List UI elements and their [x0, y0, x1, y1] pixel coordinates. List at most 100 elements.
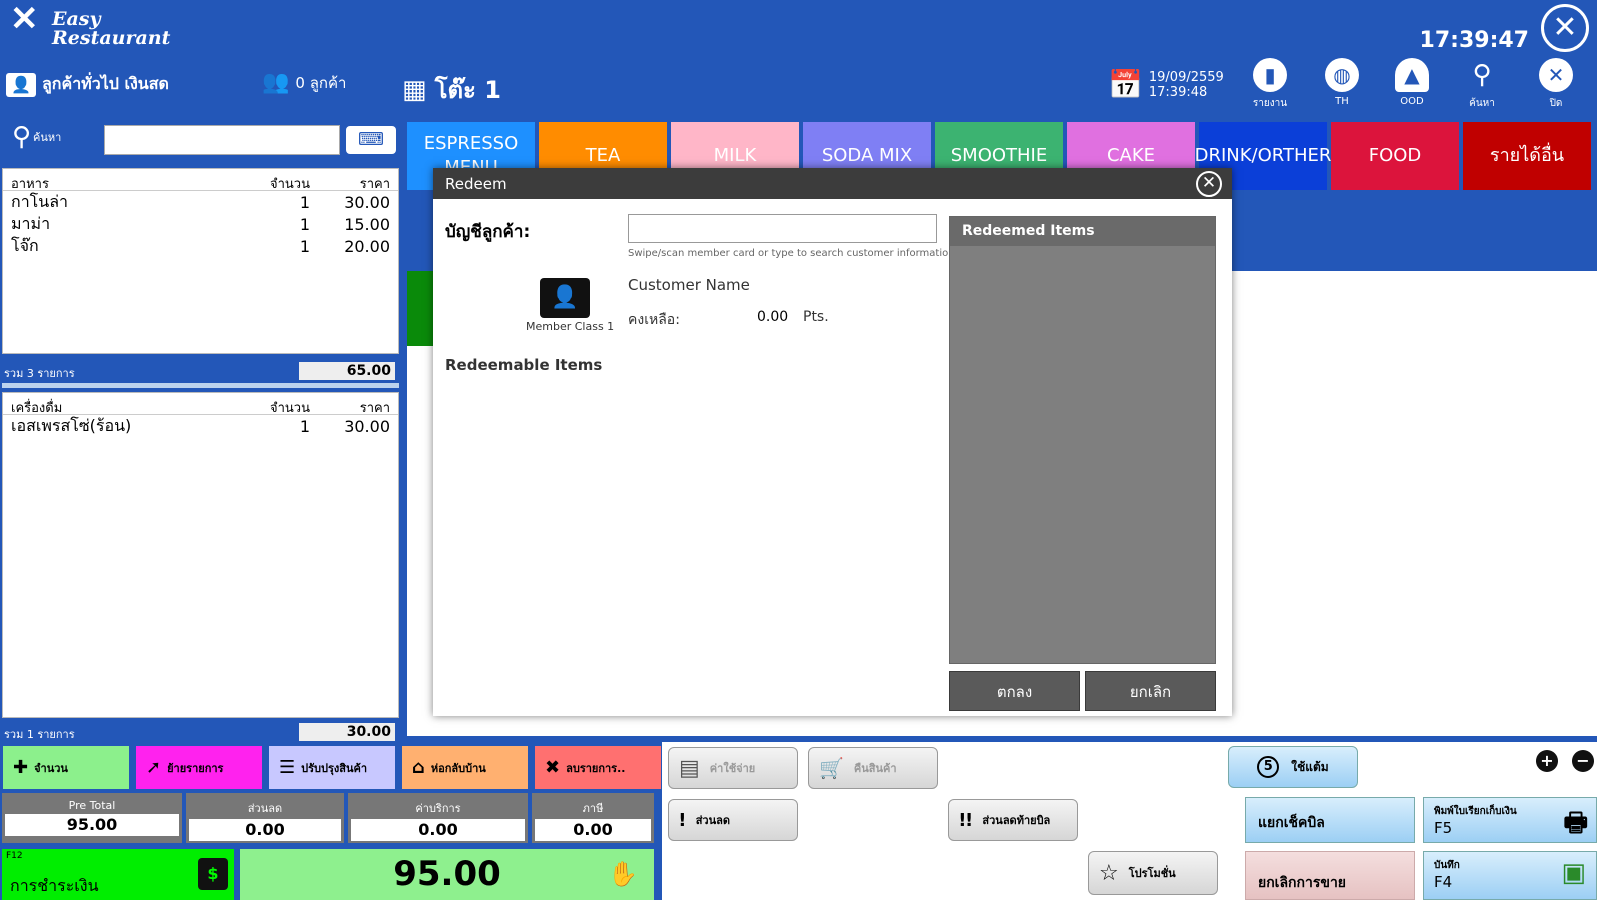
col-drink: เครื่องดื่ม [11, 401, 63, 416]
panel-splitter[interactable] [2, 383, 399, 388]
menu-item-tile[interactable] [407, 271, 433, 346]
table-row[interactable]: มาม่า 1 15.00 [3, 213, 398, 235]
language-button[interactable]: ◍ TH [1312, 58, 1372, 107]
customer-selector[interactable]: 👤 ลูกค้าทั่วไป เงินสด [6, 72, 169, 97]
action-label: จำนวน [34, 761, 68, 775]
action-label: ห่อกลับบ้าน [430, 761, 486, 775]
plus-icon: ✚ [13, 757, 29, 778]
table-row[interactable]: กาโนล่า 1 30.00 [3, 191, 398, 213]
delete-icon: ✖ [545, 757, 561, 778]
customer-card-icon: 👤 [6, 72, 36, 97]
cancel-button[interactable]: ยกเลิก [1085, 671, 1216, 711]
redeemable-title: Redeemable Items [445, 356, 603, 374]
action-button[interactable]: ✖ ลบรายการ.. [535, 746, 661, 789]
balance-unit: Pts. [803, 309, 829, 325]
item-qty: 1 [299, 416, 310, 436]
search-button[interactable]: ⚲ ค้นหา [1452, 58, 1512, 111]
home-icon: ⌂ [412, 757, 425, 778]
col-food: อาหาร [11, 177, 49, 192]
search-input[interactable] [104, 125, 340, 155]
action-button[interactable]: ➚ ย้ายรายการ [136, 746, 262, 789]
grand-total: 95.00 ✋ [240, 849, 654, 900]
item-discount-button[interactable]: ǃ ส่วนลด [668, 799, 798, 841]
promotion-button[interactable]: ☆ โปรโมชั่น [1088, 851, 1218, 895]
action-button[interactable]: ⌂ ห่อกลับบ้าน [402, 746, 528, 789]
account-label: บัญชีลูกค้า: [445, 222, 531, 242]
search-icon: ⚲ [12, 122, 32, 152]
close-icon: ✕ [1539, 58, 1573, 92]
drink-count: รวม 1 รายการ [4, 728, 75, 741]
action-label: ย้ายรายการ [167, 761, 224, 775]
customer-name: Customer Name [628, 276, 750, 294]
order-out-button[interactable]: ▲ OOD [1382, 58, 1442, 107]
bell-icon: ▲ [1395, 58, 1429, 92]
use-points-button[interactable]: 5 ใช้แต้ม [1228, 746, 1358, 788]
expense-button[interactable]: ▤ ค่าใช้จ่าย [668, 747, 798, 789]
search-icon: ⚲ [1472, 60, 1492, 90]
save-button[interactable]: บันทึก F4 ▣ [1423, 851, 1597, 900]
col-qty: จำนวน [270, 401, 310, 416]
item-price: 20.00 [344, 236, 390, 256]
close-icon: ✕ [1201, 173, 1217, 193]
category-label: SODA MIX [821, 145, 913, 166]
category-tile[interactable]: FOOD [1331, 122, 1459, 190]
customer-count[interactable]: 👥 0 ลูกค้า [262, 70, 346, 95]
table-row[interactable]: เอสเพรสโซ่(ร้อน) 1 30.00 [3, 415, 398, 437]
search-text: ค้นหา [33, 131, 62, 144]
action-button[interactable]: ☰ ปรับปรุงสินค้า [269, 746, 395, 789]
expense-label: ค่าใช้จ่าย [709, 762, 756, 775]
search-label-group[interactable]: ⚲ ค้นหา [12, 122, 61, 152]
close-app-button[interactable]: ✕ [1541, 4, 1589, 52]
category-label: FOOD [1368, 145, 1422, 166]
zoom-out-button[interactable]: − [1572, 750, 1594, 772]
action-button[interactable]: ✚ จำนวน [3, 746, 129, 789]
calendar-icon: 📅 [1108, 68, 1143, 101]
dialog-title: Redeem [445, 175, 507, 193]
print-bill-button[interactable]: พิมพ์ใบเรียกเก็บเงิน F5 🖶 [1423, 797, 1597, 843]
language-label: TH [1335, 96, 1349, 107]
item-price: 30.00 [344, 192, 390, 212]
item-discount-label: ส่วนลด [695, 814, 730, 827]
service-label: ค่าบริการ [415, 802, 461, 815]
payment-button[interactable]: F12 การชำระเงิน $ [2, 849, 234, 900]
report-button[interactable]: ▮ รายงาน [1240, 58, 1300, 111]
member-class: Member Class 1 [526, 320, 615, 333]
col-qty: จำนวน [270, 177, 310, 192]
zoom-in-button[interactable]: + [1536, 750, 1558, 772]
globe-icon: ◍ [1325, 58, 1359, 92]
table-selector[interactable]: ▦ โต๊ะ 1 [402, 70, 501, 109]
ok-button[interactable]: ตกลง [949, 671, 1080, 711]
discount-value: 0.00 [189, 819, 341, 841]
table-row[interactable]: โจ๊ก 1 20.00 [3, 235, 398, 257]
bill-discount-button[interactable]: ǃǃ ส่วนลดท้ายบิล [948, 799, 1078, 841]
pretotal-label: Pre Total [68, 799, 116, 812]
item-qty: 1 [299, 236, 310, 256]
tax-label: ภาษี [582, 802, 604, 815]
split-bill-button[interactable]: แยกเช็คบิล [1245, 797, 1415, 843]
logo-line2: Restaurant [52, 27, 171, 49]
return-button[interactable]: 🛒 คืนสินค้า [808, 747, 938, 789]
users-icon: 👥 [262, 70, 290, 95]
category-label: TEA [585, 145, 621, 166]
use-points-label: ใช้แต้ม [1291, 759, 1329, 774]
keyboard-button[interactable]: ⌨ [346, 126, 396, 154]
arrow-icon: ➚ [146, 757, 162, 778]
customer-label: ลูกค้าทั่วไป เงินสด [42, 74, 169, 93]
item-price: 30.00 [344, 416, 390, 436]
item-qty: 1 [299, 192, 310, 212]
account-input[interactable] [628, 214, 937, 243]
category-tile[interactable]: รายได้อื่น [1463, 122, 1591, 190]
discount-label: ส่วนลด [247, 802, 283, 815]
payment-label: การชำระเงิน [10, 876, 99, 895]
category-label: MILK [713, 145, 757, 166]
star-icon: ☆ [1099, 860, 1119, 886]
food-total: 65.00 [299, 362, 395, 380]
cancel-sale-button[interactable]: ยกเลิกการขาย [1245, 851, 1415, 900]
close-button[interactable]: ✕ ปิด [1526, 58, 1586, 111]
drink-header: เครื่องดื่ม จำนวน ราคา [3, 393, 398, 416]
search-label: ค้นหา [1469, 98, 1495, 109]
item-qty: 1 [299, 214, 310, 234]
payment-key: F12 [6, 851, 23, 861]
dialog-close-button[interactable]: ✕ [1196, 171, 1222, 197]
promotion-label: โปรโมชั่น [1128, 867, 1176, 880]
